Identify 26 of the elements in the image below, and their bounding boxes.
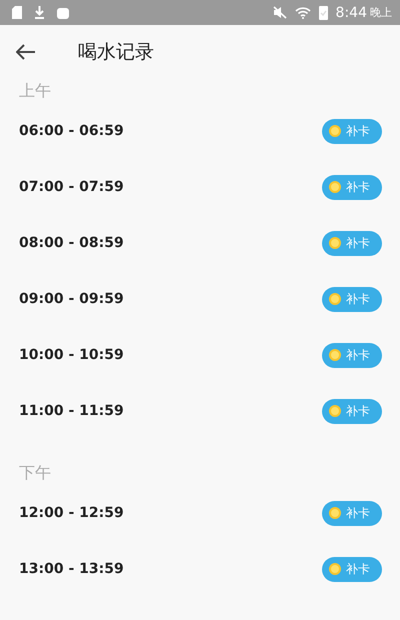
section-label: 下午 — [18, 462, 52, 484]
check-in-button[interactable]: 补卡 — [322, 556, 382, 582]
time-range: 10:00 - 10:59 — [19, 347, 124, 363]
time-range: 08:00 - 08:59 — [19, 235, 124, 251]
download-icon — [34, 6, 45, 19]
time-range: 13:00 - 13:59 — [19, 561, 124, 577]
battery-icon — [318, 5, 328, 20]
check-in-button[interactable]: 补卡 — [322, 398, 382, 424]
check-in-button[interactable]: 补卡 — [322, 286, 382, 312]
check-in-button[interactable]: 补卡 — [322, 230, 382, 256]
status-period: 晚上 — [370, 5, 392, 20]
time-range: 12:00 - 12:59 — [19, 505, 124, 521]
time-range: 09:00 - 09:59 — [19, 291, 124, 307]
wifi-icon — [294, 6, 311, 18]
check-in-button[interactable]: 补卡 — [322, 342, 382, 368]
time-range: 11:00 - 11:59 — [19, 403, 124, 419]
time-range: 06:00 - 06:59 — [19, 123, 124, 139]
page-title: 喝水记录 — [78, 40, 154, 65]
section-label: 上午 — [18, 80, 52, 102]
check-in-button[interactable]: 补卡 — [322, 500, 382, 526]
mute-icon — [272, 6, 287, 19]
sim-card-icon — [12, 6, 22, 19]
time-range: 07:00 - 07:59 — [19, 179, 124, 195]
check-in-button[interactable]: 补卡 — [322, 174, 382, 200]
check-in-button[interactable]: 补卡 — [322, 118, 382, 144]
status-time: 8:44 — [336, 4, 367, 20]
